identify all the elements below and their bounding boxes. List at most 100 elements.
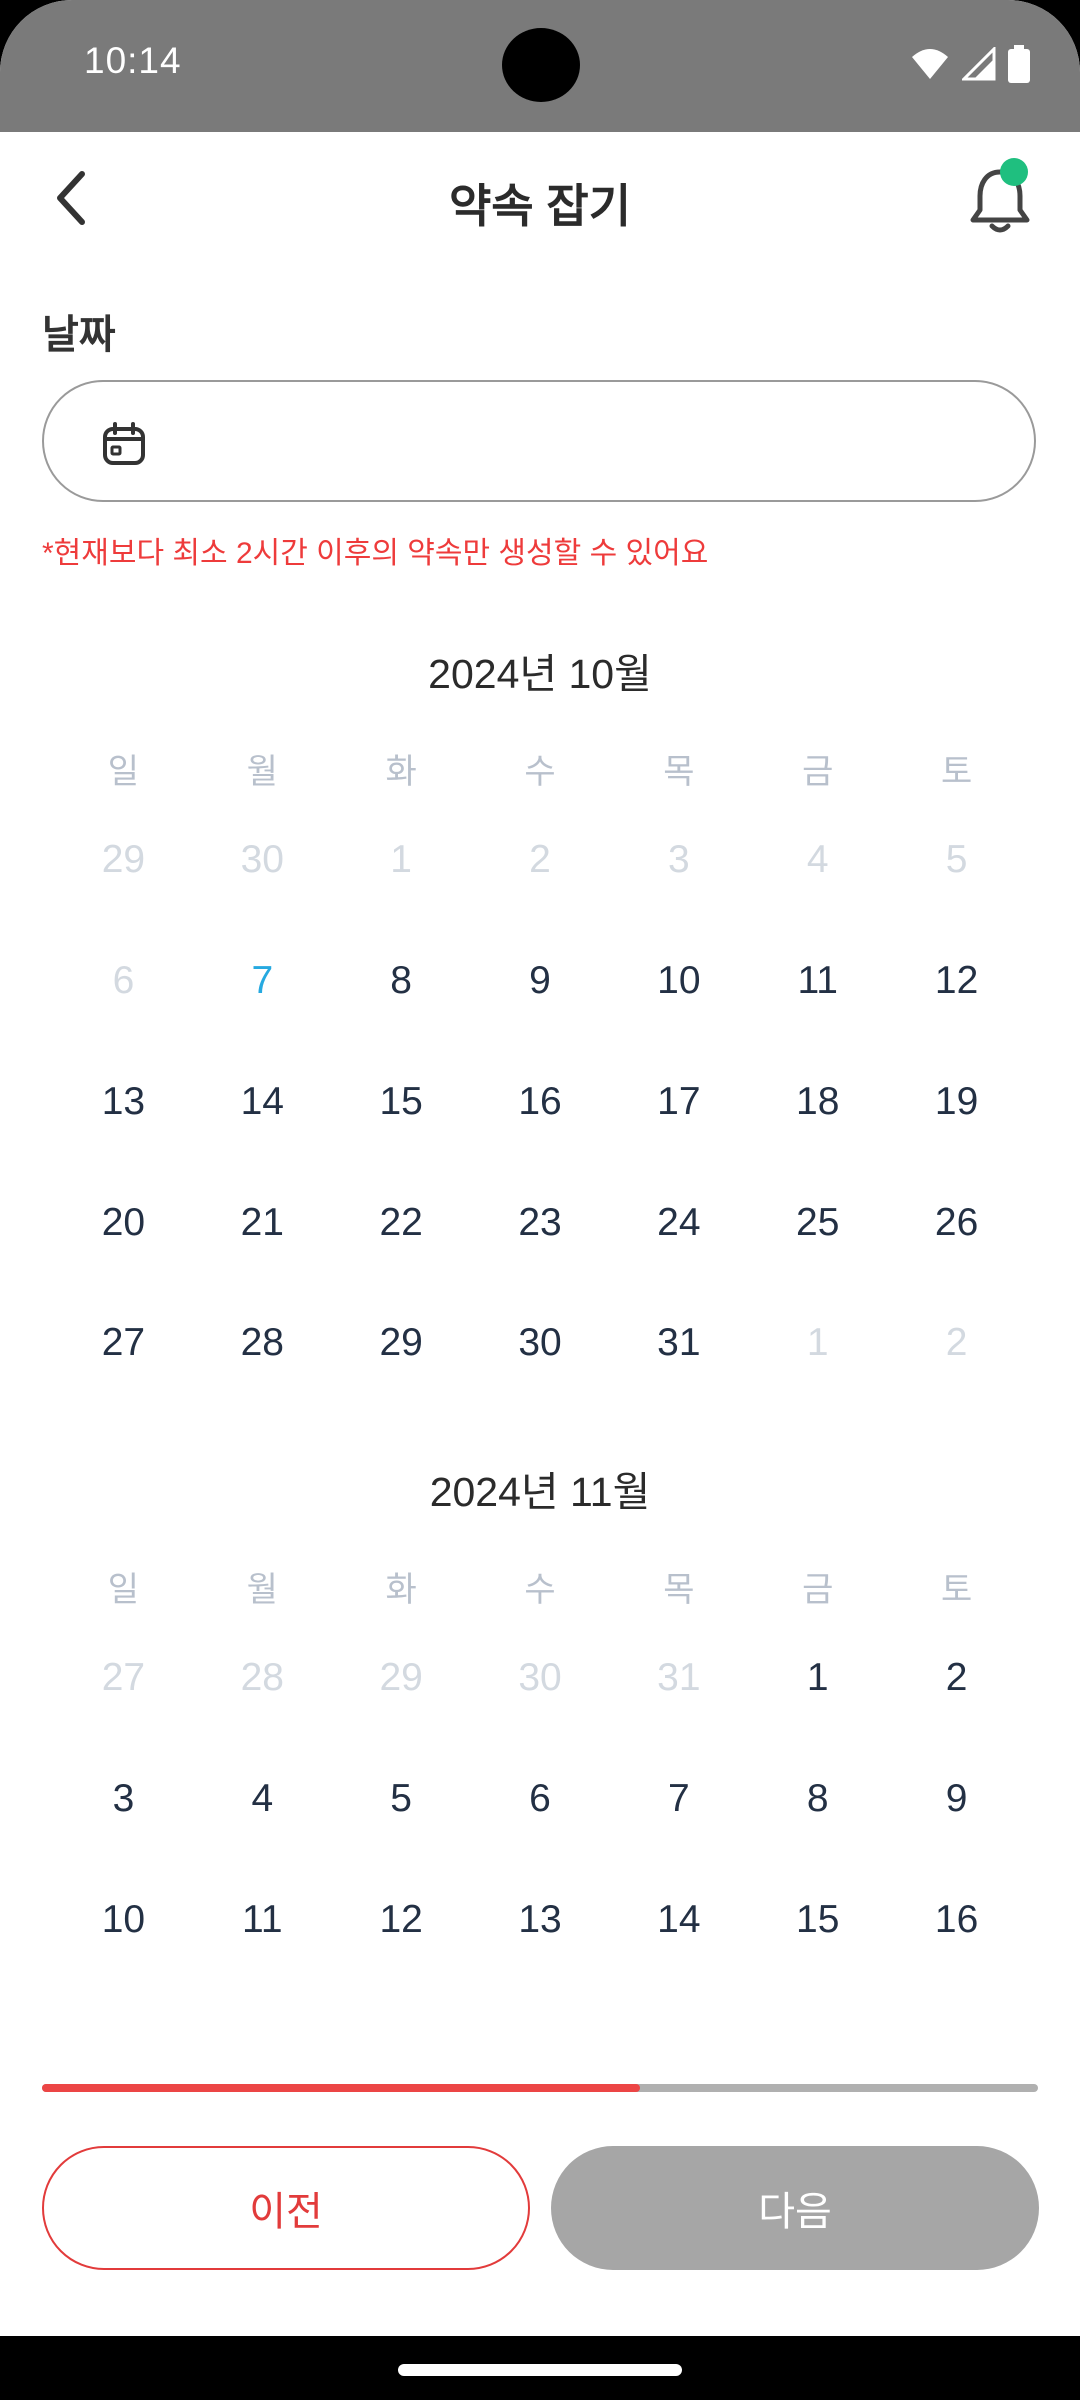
calendar-day[interactable]: 2	[887, 1656, 1026, 1700]
calendar-day[interactable]: 29	[332, 1321, 471, 1365]
calendar-day[interactable]: 14	[193, 1080, 332, 1124]
weekday-label: 목	[663, 1571, 695, 1609]
calendar-day[interactable]: 3	[54, 1777, 193, 1821]
calendar-day[interactable]: 10	[54, 1898, 193, 1942]
weekday-label: 토	[940, 1571, 973, 1609]
calendar-day: 28	[240, 1656, 284, 1699]
calendar-day[interactable]: 8	[332, 959, 471, 1003]
calendar-day: 30	[518, 1656, 562, 1699]
calendar-day[interactable]: 12	[887, 959, 1026, 1003]
page-title: 약속 잡기	[448, 180, 632, 232]
weekday-label: 금	[802, 1571, 834, 1609]
weekday-label: 월	[246, 1571, 278, 1609]
weekday-label: 수	[524, 753, 556, 791]
next-button[interactable]: 다음	[551, 2146, 1039, 2270]
calendar-day[interactable]: 31	[609, 1321, 748, 1365]
weekday-label: 토	[940, 753, 973, 791]
time-notice: *현재보다 최소 2시간 이후의 약속만 생성할 수 있어요	[42, 537, 709, 570]
calendar-day: 2	[529, 838, 551, 881]
calendar-day[interactable]: 15	[748, 1898, 887, 1942]
weekday-label: 목	[663, 753, 695, 791]
calendar-day[interactable]: 23	[471, 1201, 610, 1245]
calendar-day[interactable]: 9	[471, 959, 610, 1003]
calendar-icon	[103, 422, 145, 465]
calendar-day: 31	[657, 1656, 701, 1699]
calendar-day[interactable]: 13	[54, 1080, 193, 1124]
status-time: 10:14	[84, 40, 182, 81]
step-progress-fill	[42, 2084, 640, 2092]
calendar-day-today[interactable]: 7	[193, 959, 332, 1003]
calendar-day[interactable]: 14	[609, 1898, 748, 1942]
wifi-icon	[912, 49, 948, 79]
calendar-week: 27 28 29 30 31 1 2	[54, 1321, 1026, 1365]
status-icons	[910, 44, 1030, 84]
calendar-week: 3456789	[54, 1777, 1026, 1821]
calendar-day[interactable]: 1	[748, 1656, 887, 1700]
calendar-day[interactable]: 6	[471, 1777, 610, 1821]
weekday-label: 수	[524, 1571, 556, 1609]
calendar-day: 1	[390, 838, 412, 881]
calendar-day[interactable]: 27	[54, 1321, 193, 1365]
calendar-day[interactable]: 28	[193, 1321, 332, 1365]
notification-dot	[1000, 158, 1028, 186]
calendar-day[interactable]: 30	[471, 1321, 610, 1365]
calendar-day[interactable]: 12	[332, 1898, 471, 1942]
calendar-day: 29	[379, 1656, 423, 1699]
calendar-day[interactable]: 11	[748, 959, 887, 1003]
home-indicator[interactable]	[398, 2364, 682, 2376]
calendar-day[interactable]: 16	[471, 1080, 610, 1124]
calendar-day[interactable]: 20	[54, 1201, 193, 1245]
calendar-day[interactable]: 24	[609, 1201, 748, 1245]
weekday-label: 월	[246, 753, 278, 791]
month-title: 2024년 10월	[428, 651, 652, 697]
calendar-day[interactable]: 25	[748, 1201, 887, 1245]
app-screen: 10:14 약속 잡기 날짜 *현재보다 최소 2시간 이후의 약속만 생성할 …	[0, 0, 1080, 2336]
weekday-label: 화	[385, 753, 417, 791]
calendar-day: 3	[668, 838, 690, 881]
calendar-day[interactable]: 5	[332, 1777, 471, 1821]
calendar-week: 29 30 1 2 3 4 5	[54, 838, 1026, 882]
prev-button[interactable]: 이전	[42, 2146, 530, 2270]
weekday-label: 화	[385, 1571, 417, 1609]
calendar-day[interactable]: 15	[332, 1080, 471, 1124]
calendar-day[interactable]: 10	[609, 959, 748, 1003]
calendar-day[interactable]: 22	[332, 1201, 471, 1245]
calendar-day[interactable]: 26	[887, 1201, 1026, 1245]
calendar-week: 10 11 12 13 14 15 16	[54, 1898, 1026, 1942]
calendar-day: 5	[945, 838, 968, 881]
calendar-day: 29	[101, 838, 146, 881]
calendar-day: 1	[806, 1321, 829, 1364]
date-label: 날짜	[42, 313, 116, 357]
weekday-header: 일 월 화 수 목 금 토	[54, 1562, 1026, 1611]
calendar-day[interactable]: 19	[887, 1080, 1026, 1124]
weekday-header: 일 월 화 수 목 금 토	[54, 744, 1026, 793]
month-title: 2024년 11월	[429, 1469, 651, 1515]
calendar-day: 30	[240, 838, 284, 881]
calendar-day[interactable]: 9	[887, 1777, 1026, 1821]
calendar-day: 27	[101, 1656, 146, 1699]
battery-icon	[1008, 45, 1030, 83]
signal-icon	[962, 47, 996, 81]
calendar-day[interactable]: 16	[887, 1898, 1026, 1942]
calendar-day: 2	[945, 1321, 968, 1364]
calendar-day: 6	[112, 959, 135, 1002]
date-input[interactable]	[42, 380, 1036, 502]
weekday-label: 금	[802, 753, 834, 791]
front-camera	[502, 28, 580, 102]
calendar-week: 20 21 22 23 24 25 26	[54, 1201, 1026, 1245]
calendar-day[interactable]: 18	[748, 1080, 887, 1124]
calendar-day[interactable]: 17	[609, 1080, 748, 1124]
app-header: 약속 잡기	[0, 132, 1080, 262]
calendar-week: 13 14 15 16 17 18 19	[54, 1080, 1026, 1124]
calendar-day[interactable]: 21	[193, 1201, 332, 1245]
calendar-day[interactable]: 4	[193, 1777, 332, 1821]
calendar-day[interactable]: 7	[609, 1777, 748, 1821]
calendar-week: 6 7 8 9 10 11 12	[54, 959, 1026, 1003]
calendar-week: 27 28 29 30 31 1 2	[54, 1656, 1026, 1700]
calendar-day: 4	[806, 838, 829, 881]
calendar-day[interactable]: 13	[471, 1898, 610, 1942]
weekday-label: 일	[107, 1571, 140, 1609]
calendar-day[interactable]: 8	[748, 1777, 887, 1821]
status-bar: 10:14	[0, 0, 1080, 132]
calendar-day[interactable]: 11	[193, 1898, 332, 1942]
